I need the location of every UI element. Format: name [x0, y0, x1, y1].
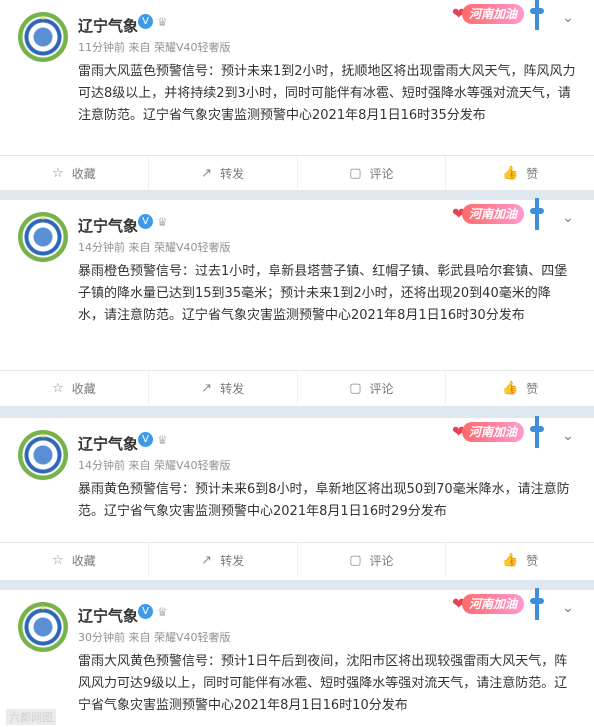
comment-icon: ▢	[349, 380, 362, 396]
star-icon: ★	[40, 214, 47, 222]
comment-button[interactable]: ▢ 评论	[298, 371, 447, 405]
comment-icon: ▢	[349, 165, 362, 181]
avatar[interactable]: ★	[18, 12, 68, 62]
author-name[interactable]: 辽宁气象	[78, 605, 138, 626]
action-bar: ☆ 收藏 ↗ 转发 ▢ 评论 👍 赞	[0, 371, 594, 405]
post-content: 雷雨大风黄色预警信号：预计1日午后到夜间，沈阳市区将出现较强雷雨大风天气，阵风风…	[78, 654, 568, 713]
verified-v-icon: V	[138, 14, 153, 29]
repost-label: 转发	[220, 166, 245, 181]
post-meta: 30分钟前 来自 荣耀V40轻奢版	[78, 631, 231, 644]
chevron-down-icon[interactable]: ⌄	[560, 210, 576, 226]
star-icon: ★	[40, 432, 47, 440]
repost-label: 转发	[220, 381, 245, 396]
crown-icon: ♛	[157, 215, 168, 229]
like-button[interactable]: 👍 赞	[446, 371, 594, 405]
author-name[interactable]: 辽宁气象	[78, 433, 138, 454]
verified-v-icon: V	[138, 604, 153, 619]
avatar[interactable]: ★	[18, 430, 68, 480]
repost-label: 转发	[220, 553, 245, 568]
avatar[interactable]: ★	[18, 212, 68, 262]
thumbs-up-icon: 👍	[502, 552, 519, 568]
repost-icon: ↗	[201, 165, 213, 181]
post-content: 暴雨黄色预警信号：预计未来6到8小时，阜新地区将出现50到70毫米降水，请注意防…	[78, 482, 570, 519]
like-button[interactable]: 👍 赞	[446, 543, 594, 577]
post-card-3: ★ 辽宁气象 V ♛ 14分钟前 来自 荣耀V40轻奢版 ❤ 河南加油 ⌄ 暴雨…	[0, 416, 594, 580]
post-content: 暴雨橙色预警信号：过去1小时，阜新县塔营子镇、红帽子镇、彰武县哈尔套镇、四堡子镇…	[78, 264, 568, 323]
comment-icon: ▢	[349, 552, 362, 568]
henan-badge[interactable]: ❤ 河南加油	[450, 586, 546, 624]
repost-icon: ↗	[201, 380, 213, 396]
comment-button[interactable]: ▢ 评论	[298, 543, 447, 577]
post-meta: 14分钟前 来自 荣耀V40轻奢版	[78, 241, 231, 254]
collect-button[interactable]: ☆ 收藏	[0, 371, 149, 405]
chevron-down-icon[interactable]: ⌄	[560, 10, 576, 26]
henan-badge[interactable]: ❤ 河南加油	[450, 196, 546, 234]
author-name[interactable]: 辽宁气象	[78, 15, 138, 36]
weibo-feed: ★ 辽宁气象 V ♛ 11分钟前 来自 荣耀V40轻奢版 ❤ 河南加油 ⌄ 雷雨…	[0, 0, 594, 727]
action-bar: ☆ 收藏 ↗ 转发 ▢ 评论 👍 赞	[0, 156, 594, 190]
post-content: 雷雨大风蓝色预警信号：预计未来1到2小时，抚顺地区将出现雷雨大风天气，阵风风力可…	[78, 64, 576, 123]
star-outline-icon: ☆	[52, 552, 64, 568]
collect-label: 收藏	[71, 553, 96, 568]
tower-icon	[530, 0, 544, 30]
post-meta: 11分钟前 来自 荣耀V40轻奢版	[78, 41, 231, 54]
badge-label: 河南加油	[462, 422, 524, 442]
star-outline-icon: ☆	[52, 165, 64, 181]
star-outline-icon: ☆	[52, 380, 64, 396]
henan-badge[interactable]: ❤ 河南加油	[450, 0, 546, 34]
chevron-down-icon[interactable]: ⌄	[560, 428, 576, 444]
action-bar: ☆ 收藏 ↗ 转发 ▢ 评论 👍 赞	[0, 543, 594, 577]
post-card-4: ★ 辽宁气象 V ♛ 30分钟前 来自 荣耀V40轻奢版 ❤ 河南加油 ⌄ 雷雨…	[0, 588, 594, 727]
verified-v-icon: V	[138, 432, 153, 447]
star-icon: ★	[40, 14, 47, 22]
crown-icon: ♛	[157, 605, 168, 619]
repost-button[interactable]: ↗ 转发	[149, 543, 298, 577]
watermark: 六都网图	[6, 709, 56, 725]
repost-button[interactable]: ↗ 转发	[149, 156, 298, 190]
chevron-down-icon[interactable]: ⌄	[560, 600, 576, 616]
thumbs-up-icon: 👍	[502, 380, 519, 396]
crown-icon: ♛	[157, 433, 168, 447]
comment-label: 评论	[369, 553, 394, 568]
repost-button[interactable]: ↗ 转发	[149, 371, 298, 405]
henan-badge[interactable]: ❤ 河南加油	[450, 414, 546, 452]
like-label: 赞	[526, 381, 539, 396]
like-label: 赞	[526, 553, 539, 568]
author-name[interactable]: 辽宁气象	[78, 215, 138, 236]
tower-icon	[530, 416, 544, 448]
thumbs-up-icon: 👍	[502, 165, 519, 181]
comment-button[interactable]: ▢ 评论	[298, 156, 447, 190]
star-icon: ★	[40, 604, 47, 612]
tower-icon	[530, 198, 544, 230]
avatar[interactable]: ★	[18, 602, 68, 652]
collect-label: 收藏	[71, 166, 96, 181]
badge-label: 河南加油	[462, 204, 524, 224]
badge-label: 河南加油	[462, 4, 524, 24]
comment-label: 评论	[369, 381, 394, 396]
tower-icon	[530, 588, 544, 620]
verified-v-icon: V	[138, 214, 153, 229]
post-meta: 14分钟前 来自 荣耀V40轻奢版	[78, 459, 231, 472]
post-card-2: ★ 辽宁气象 V ♛ 14分钟前 来自 荣耀V40轻奢版 ❤ 河南加油 ⌄ 暴雨…	[0, 198, 594, 406]
like-button[interactable]: 👍 赞	[446, 156, 594, 190]
collect-button[interactable]: ☆ 收藏	[0, 543, 149, 577]
crown-icon: ♛	[157, 15, 168, 29]
badge-label: 河南加油	[462, 594, 524, 614]
collect-label: 收藏	[71, 381, 96, 396]
post-card-1: ★ 辽宁气象 V ♛ 11分钟前 来自 荣耀V40轻奢版 ❤ 河南加油 ⌄ 雷雨…	[0, 0, 594, 190]
collect-button[interactable]: ☆ 收藏	[0, 156, 149, 190]
repost-icon: ↗	[201, 552, 213, 568]
like-label: 赞	[526, 166, 539, 181]
comment-label: 评论	[369, 166, 394, 181]
